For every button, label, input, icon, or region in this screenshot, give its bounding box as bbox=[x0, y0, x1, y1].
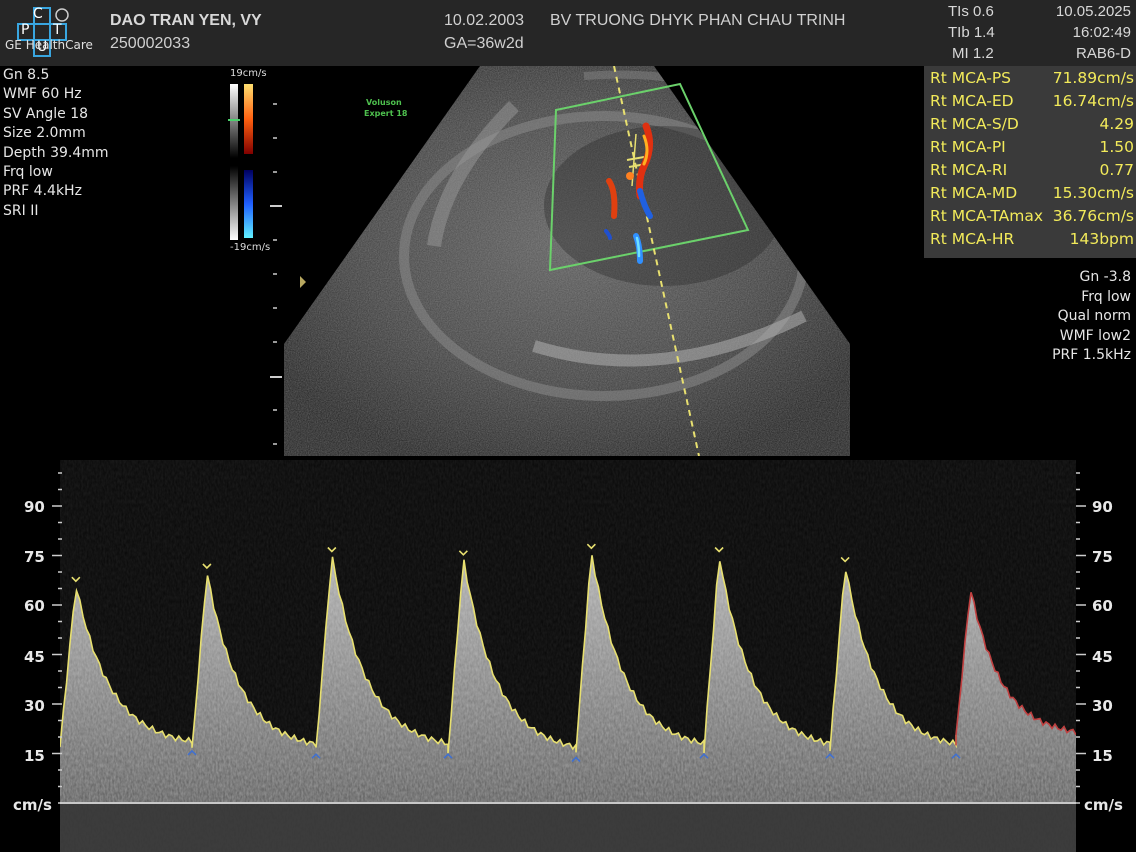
measurement-row[interactable]: Rt MCA-MD 15.30cm/s bbox=[930, 184, 1134, 207]
measurement-value: 16.74cm/s bbox=[1052, 92, 1134, 110]
doppler-param-prf: PRF 1.5kHz bbox=[1052, 347, 1131, 364]
voluson-label: Voluson bbox=[366, 98, 402, 107]
doppler-param-frequency: Frq low bbox=[1081, 288, 1131, 305]
measurement-row[interactable]: Rt MCA-PI 1.50 bbox=[930, 138, 1134, 161]
measurement-value: 0.77 bbox=[1099, 161, 1134, 179]
logo-letter-t: T bbox=[53, 22, 62, 38]
hospital-name: BV TRUONG DHYK PHAN CHAU TRINH bbox=[550, 12, 846, 29]
voluson-model-label: Expert 18 bbox=[364, 109, 408, 118]
doppler-param-gain: Gn -3.8 bbox=[1079, 269, 1132, 285]
axis-tick-right-45: 45 bbox=[1092, 648, 1113, 666]
doppler-param-quality: Qual norm bbox=[1057, 308, 1131, 325]
logo-letter-c: C bbox=[33, 6, 43, 22]
measurement-row[interactable]: Rt MCA-TAmax 36.76cm/s bbox=[930, 207, 1134, 230]
measurement-value: 1.50 bbox=[1099, 138, 1134, 156]
measurements-panel: Rt MCA-PS 71.89cm/s Rt MCA-ED 16.74cm/s … bbox=[924, 66, 1136, 258]
doppler-param-wmf: WMF low2 bbox=[1059, 327, 1131, 344]
axis-tick-left-30: 30 bbox=[24, 697, 45, 715]
measurement-value: 143bpm bbox=[1069, 230, 1134, 248]
measurement-label: Rt MCA-HR bbox=[930, 230, 1015, 248]
param-prf: PRF 4.4kHz bbox=[3, 183, 82, 200]
mi-value: MI 1.2 bbox=[952, 45, 994, 62]
doppler-spectrum bbox=[60, 460, 1076, 852]
axis-tick-left-90: 90 bbox=[24, 498, 45, 516]
axis-tick-left-60: 60 bbox=[24, 597, 45, 615]
color-scale-bottom-label: -19cm/s bbox=[230, 242, 271, 253]
exam-date: 10.05.2025 bbox=[1055, 3, 1131, 20]
left-velocity-axis bbox=[52, 472, 62, 804]
measurement-label: Rt MCA-PS bbox=[930, 69, 1012, 87]
header-bar: C P T U GE HealthCare DAO TRAN YEN, VY 2… bbox=[0, 0, 1136, 66]
axis-tick-left-15: 15 bbox=[24, 747, 45, 765]
tib-value: TIb 1.4 bbox=[948, 24, 995, 41]
measurement-row[interactable]: Rt MCA-ED 16.74cm/s bbox=[930, 92, 1134, 115]
param-gain: Gn 8.5 bbox=[3, 67, 50, 83]
param-sri: SRI II bbox=[3, 202, 39, 219]
axis-unit-right: cm/s bbox=[1084, 796, 1123, 814]
axis-tick-right-15: 15 bbox=[1092, 747, 1113, 765]
measurement-value: 15.30cm/s bbox=[1052, 184, 1134, 202]
axis-tick-right-30: 30 bbox=[1092, 697, 1113, 715]
axis-tick-left-75: 75 bbox=[24, 548, 45, 566]
measurement-label: Rt MCA-S/D bbox=[930, 115, 1019, 133]
measurement-label: Rt MCA-MD bbox=[930, 184, 1018, 202]
measurement-row[interactable]: Rt MCA-PS 71.89cm/s bbox=[930, 69, 1134, 92]
axis-tick-right-75: 75 bbox=[1092, 548, 1113, 566]
axis-tick-left-45: 45 bbox=[24, 648, 45, 666]
depth-scale bbox=[270, 103, 282, 445]
axis-tick-right-90: 90 bbox=[1092, 498, 1113, 516]
measurement-label: Rt MCA-PI bbox=[930, 138, 1006, 156]
axis-unit-left: cm/s bbox=[13, 796, 52, 814]
measurement-label: Rt MCA-ED bbox=[930, 92, 1014, 110]
birth-date: 10.02.2003 bbox=[444, 12, 525, 29]
measurement-row[interactable]: Rt MCA-S/D 4.29 bbox=[930, 115, 1134, 138]
measurement-label: Rt MCA-RI bbox=[930, 161, 1008, 179]
measurement-row[interactable]: Rt MCA-RI 0.77 bbox=[930, 161, 1134, 184]
patient-id: 250002033 bbox=[110, 35, 191, 52]
measurement-value: 71.89cm/s bbox=[1052, 69, 1134, 87]
measurement-label: Rt MCA-TAmax bbox=[930, 207, 1044, 225]
param-sv-angle: SV Angle 18 bbox=[3, 105, 89, 122]
doppler-params: Gn -3.8 Frq low Qual norm WMF low2 PRF 1… bbox=[1052, 268, 1131, 366]
patient-name: DAO TRAN YEN, VY bbox=[110, 12, 262, 29]
param-wmf: WMF 60 Hz bbox=[3, 86, 82, 103]
right-velocity-axis bbox=[1076, 472, 1086, 804]
tis-value: TIs 0.6 bbox=[948, 3, 994, 20]
exam-time: 16:02:49 bbox=[1072, 24, 1131, 41]
param-size: Size 2.0mm bbox=[3, 125, 86, 142]
gestational-age: GA=36w2d bbox=[444, 35, 524, 52]
axis-tick-right-60: 60 bbox=[1092, 597, 1113, 615]
logo-letter-p: P bbox=[21, 22, 30, 38]
measurement-value: 36.76cm/s bbox=[1052, 207, 1134, 225]
acquisition-params: Gn 8.5 WMF 60 Hz SV Angle 18 Size 2.0mm … bbox=[3, 66, 109, 221]
measurement-value: 4.29 bbox=[1099, 115, 1134, 133]
param-frequency: Frq low bbox=[3, 164, 53, 181]
param-depth: Depth 39.4mm bbox=[3, 144, 109, 161]
ultrasound-bmode-image bbox=[284, 66, 850, 456]
logo-text: GE HealthCare bbox=[5, 38, 93, 52]
probe-name: RAB6-D bbox=[1075, 45, 1131, 62]
measurement-row[interactable]: Rt MCA-HR 143bpm bbox=[930, 230, 1134, 253]
